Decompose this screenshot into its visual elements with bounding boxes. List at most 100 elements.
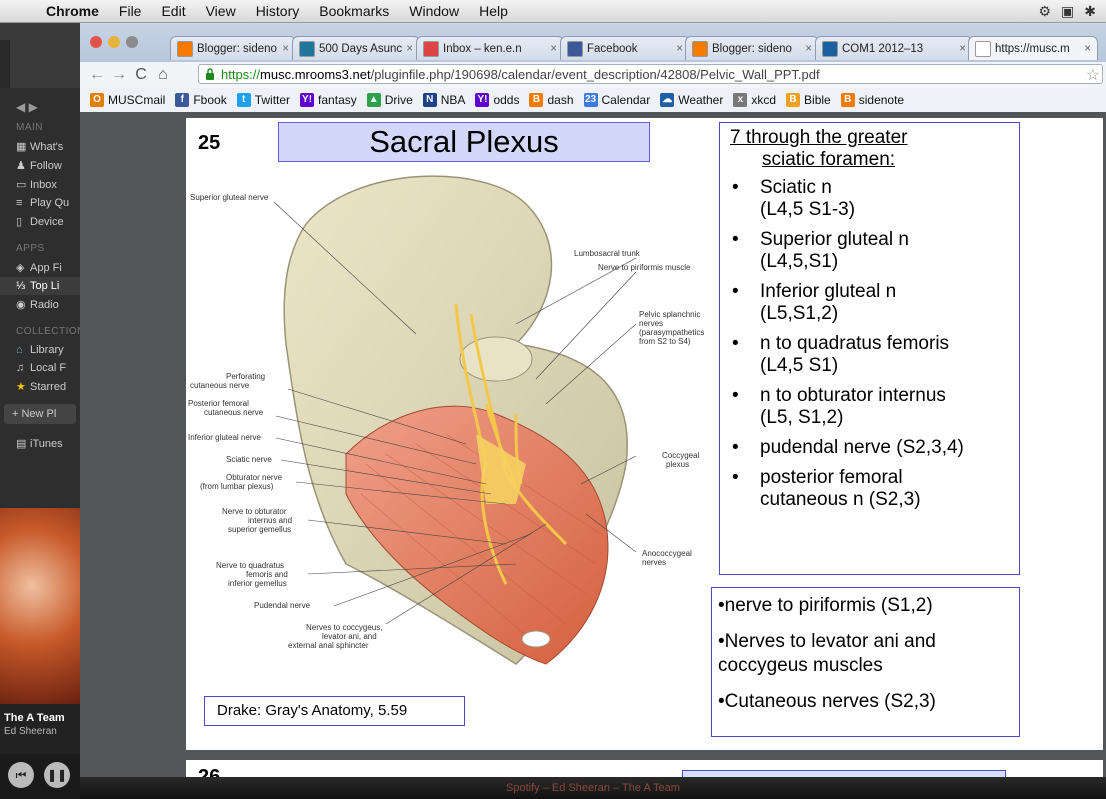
bookmark-5[interactable]: N NBA	[422, 93, 465, 107]
tab-label: https://musc.m	[995, 42, 1070, 55]
nerve-list-heading: 7 through the greater sciatic foramen:	[728, 127, 1011, 171]
nerve-roots: cutaneous n (S2,3)	[760, 489, 921, 510]
spotify-item-radio[interactable]: ◉ Radio	[0, 295, 80, 314]
label-pelvic-splanchnic-2: nerves	[639, 319, 663, 328]
nerve-roots: (L4,5 S1)	[760, 355, 839, 376]
bookmark-2[interactable]: t Twitter	[236, 93, 290, 107]
tab-2[interactable]: Inbox – ken.e.n ×	[416, 36, 564, 60]
tab-1[interactable]: 500 Days Asunc ×	[292, 36, 420, 60]
spotify-item-inbox[interactable]: ▭ Inbox	[0, 175, 80, 194]
spotify-item-play-queue[interactable]: ≡ Play Qu	[0, 194, 80, 212]
bookmark-0[interactable]: O MUSCmail	[90, 93, 165, 107]
forward-arrow-icon[interactable]: →	[108, 66, 130, 84]
battery-status-icon[interactable]: ▣	[1061, 3, 1074, 20]
pause-icon[interactable]: ❚❚	[44, 762, 70, 788]
label-obt-internus-1: Nerve to obturator	[222, 507, 287, 516]
spotify-nav-arrows-icon[interactable]: ◀ ▶	[0, 96, 80, 118]
library-icon: ⌂	[16, 344, 23, 356]
nerve-roots: (L5, S1,2)	[760, 407, 844, 428]
tab-6[interactable]: https://musc.m ×	[968, 36, 1098, 60]
label-obt-internus-3: superior gemellus	[228, 525, 291, 534]
menu-bookmarks[interactable]: Bookmarks	[309, 3, 399, 19]
window-caption-strip: Spotify – Ed Sheeran – The A Team	[80, 777, 1106, 799]
spotify-item-label: Radio	[30, 299, 59, 311]
bookmark-8[interactable]: 23 Calendar	[583, 93, 650, 107]
label-pelvic-splanchnic-3: (parasympathetics	[639, 328, 704, 337]
label-superior-gluteal: Superior gluteal nerve	[190, 193, 269, 202]
spotify-item-label: Inbox	[30, 179, 57, 191]
blogger-icon: B	[840, 93, 855, 107]
menu-app-chrome[interactable]: Chrome	[36, 3, 109, 19]
itunes-icon: ▤	[16, 438, 27, 450]
menu-edit[interactable]: Edit	[151, 3, 195, 19]
menu-history[interactable]: History	[246, 3, 310, 19]
close-tab-icon[interactable]: ×	[278, 43, 289, 55]
tab-5[interactable]: COM1 2012–13 ×	[815, 36, 973, 60]
menu-file[interactable]: File	[109, 3, 152, 19]
tab-3[interactable]: Facebook ×	[560, 36, 690, 60]
bookmark-7[interactable]: Bdash	[529, 93, 574, 107]
close-tab-icon[interactable]: ×	[546, 43, 557, 55]
previous-track-icon[interactable]: ⏮	[8, 762, 34, 788]
close-tab-icon[interactable]: ×	[801, 43, 812, 55]
reload-icon[interactable]: C	[130, 66, 152, 84]
track-artist[interactable]: Ed Sheeran	[0, 724, 80, 739]
address-bar[interactable]: https://musc.mrooms3.net/pluginfile.php/…	[198, 64, 1103, 84]
bookmark-11[interactable]: B Bible	[786, 93, 831, 107]
spotify-item-library[interactable]: ⌂ Library	[0, 341, 80, 359]
label-post-femoral-1: Posterior femoral	[188, 399, 249, 408]
bookmark-star-icon[interactable]: ☆	[1086, 65, 1100, 85]
yahoo-icon: Y!	[475, 93, 490, 107]
close-tab-icon[interactable]: ×	[955, 43, 966, 55]
label-sciatic: Sciatic nerve	[226, 455, 272, 464]
close-tab-icon[interactable]: ×	[672, 43, 683, 55]
nerve-roots: (L4,5,S1)	[760, 251, 839, 272]
spotify-item-whats-new[interactable]: ▦ What's	[0, 137, 80, 156]
queue-icon: ≡	[16, 197, 23, 209]
menu-help[interactable]: Help	[469, 3, 518, 19]
tab-0[interactable]: Blogger: sideno ×	[170, 36, 296, 60]
spotify-item-devices[interactable]: ▯ Device	[0, 212, 80, 231]
bookmark-12[interactable]: Bsidenote	[840, 93, 905, 107]
spotify-item-label: Device	[30, 216, 64, 228]
bookmark-1[interactable]: f Fbook	[175, 93, 227, 107]
label-perforating-1: Perforating	[226, 372, 265, 381]
label-quadratus-2: femoris and	[246, 570, 288, 579]
nerve-item: Inferior gluteal n(L5,S1,2)	[728, 281, 1011, 325]
bookmark-4[interactable]: ▲ Drive	[366, 93, 413, 107]
track-title[interactable]: The A Team	[0, 704, 80, 724]
label-coccygeus-2: levator ani, and	[322, 632, 377, 641]
spotify-item-follow[interactable]: ♟ Follow	[0, 156, 80, 175]
back-arrow-icon[interactable]: ←	[86, 66, 108, 84]
spotify-item-label: Top Li	[30, 280, 60, 292]
spotify-item-top-lists[interactable]: ⅓ Top Li	[0, 277, 80, 295]
label-lumbosacral: Lumbosacral trunk	[574, 249, 641, 258]
label-perforating-2: cutaneous nerve	[190, 381, 250, 390]
spotify-item-local-files[interactable]: ♫ Local F	[0, 359, 80, 377]
menu-window[interactable]: Window	[399, 3, 469, 19]
close-tab-icon[interactable]: ×	[1080, 43, 1091, 55]
menu-view[interactable]: View	[196, 3, 246, 19]
bookmark-6[interactable]: Y! odds	[475, 93, 519, 107]
app-finder-icon: ◈	[16, 262, 25, 274]
bookmark-3[interactable]: Y! fantasy	[300, 93, 357, 107]
album-art[interactable]	[0, 508, 80, 704]
tab-4[interactable]: Blogger: sideno ×	[685, 36, 819, 60]
label-obturator-1: Obturator nerve	[226, 473, 283, 482]
bookmark-9[interactable]: ☁ Weather	[660, 93, 723, 107]
tab-label: COM1 2012–13	[842, 42, 924, 55]
spotify-item-starred[interactable]: ★ Starred	[0, 377, 80, 396]
bookmark-label: Weather	[678, 93, 724, 107]
home-icon[interactable]: ⌂	[152, 66, 174, 84]
yahoo-icon: Y!	[300, 93, 315, 107]
bookmark-label: sidenote	[858, 93, 905, 107]
close-tab-icon[interactable]: ×	[402, 43, 413, 55]
spotify-item-itunes[interactable]: ▤ iTunes	[0, 434, 80, 453]
spotify-new-playlist-button[interactable]: + New Pl	[4, 404, 76, 424]
spotify-item-app-finder[interactable]: ◈ App Fi	[0, 258, 80, 277]
bookmark-10[interactable]: x xkcd	[733, 93, 776, 107]
extension-icon[interactable]: ⚙	[1038, 3, 1051, 20]
outlook-icon: O	[90, 93, 104, 107]
device-icon: ▯	[16, 216, 23, 228]
bluetooth-icon[interactable]: ✱	[1084, 3, 1096, 20]
